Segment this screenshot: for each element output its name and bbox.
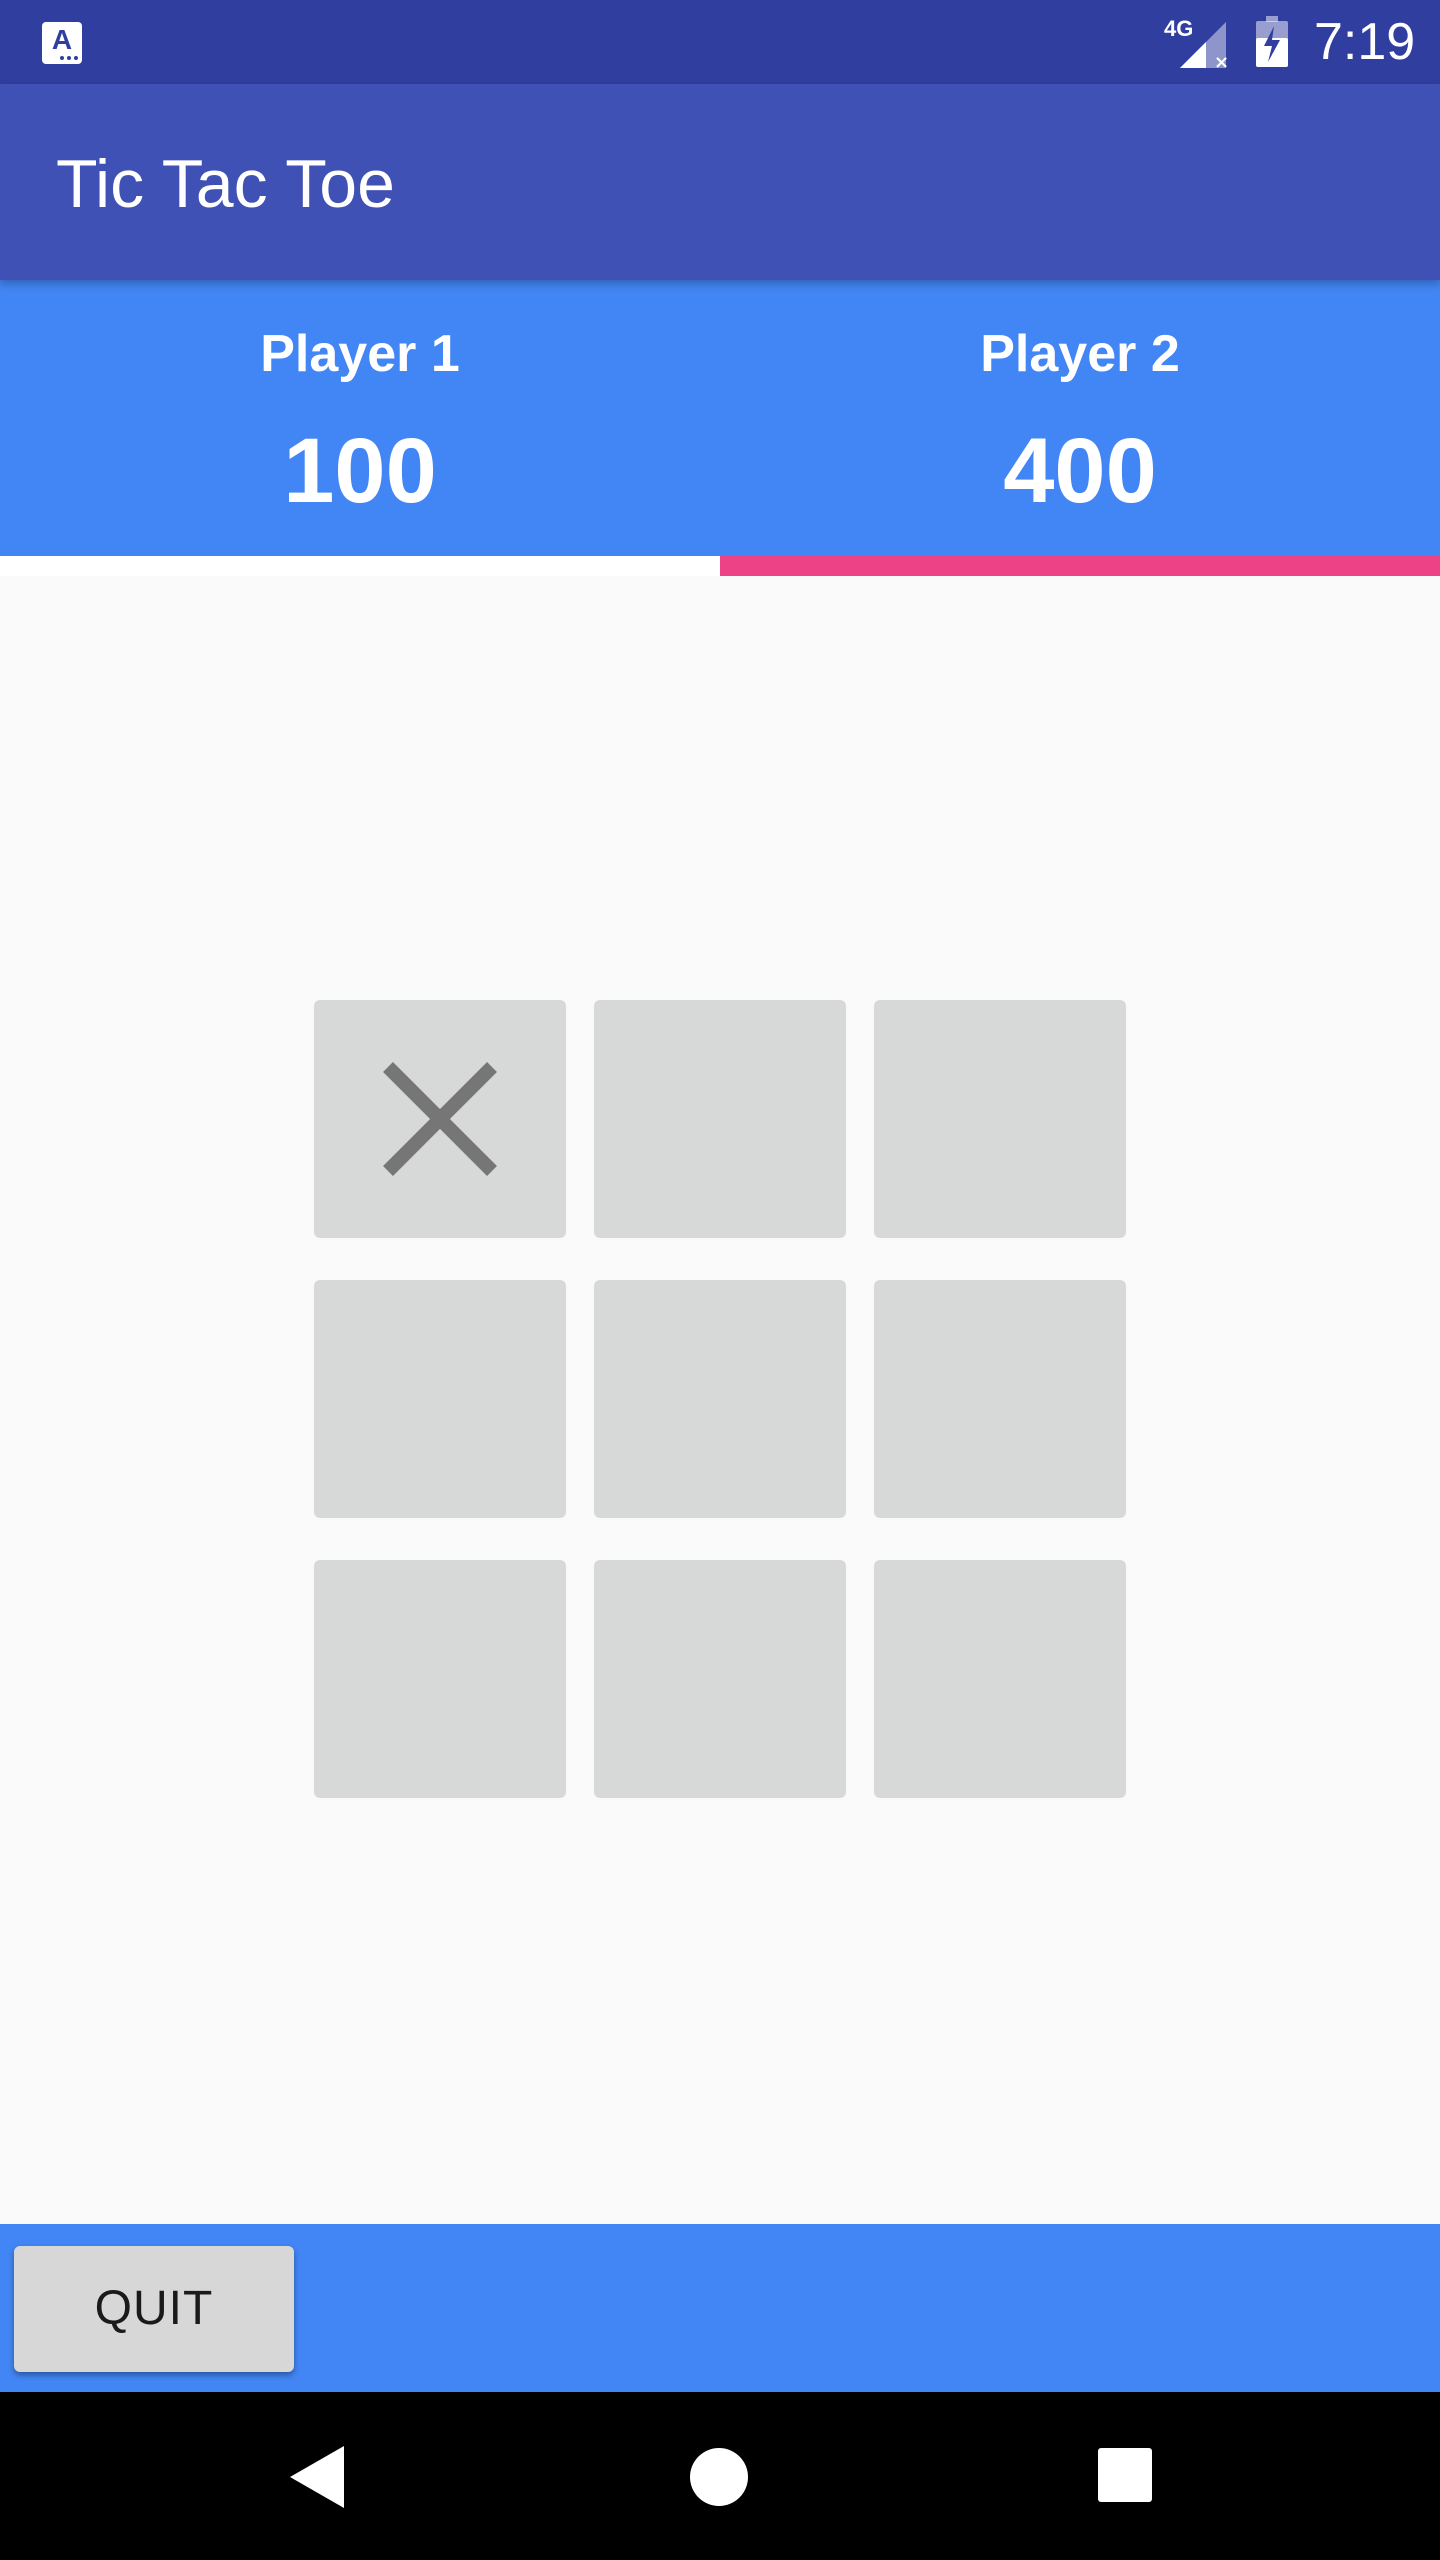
svg-text:×: ×	[1214, 52, 1229, 70]
app-bar: Tic Tac Toe	[0, 84, 1440, 280]
system-nav-bar	[0, 2392, 1440, 2560]
player1-name: Player 1	[260, 325, 460, 383]
player2-score-card: Player 2 400	[720, 280, 1440, 556]
quit-button[interactable]: QUIT	[14, 2246, 294, 2372]
board-cell-7[interactable]	[314, 1560, 566, 1798]
recent-apps-icon[interactable]	[1098, 2448, 1152, 2502]
board-cell-4[interactable]	[314, 1280, 566, 1518]
bottom-bar: QUIT	[0, 2224, 1440, 2392]
board-cell-8[interactable]	[594, 1560, 846, 1798]
board-cell-6[interactable]	[874, 1280, 1126, 1518]
board-cell-3[interactable]	[874, 1000, 1126, 1238]
clock: 7:19	[1314, 13, 1416, 71]
player1-score: 100	[283, 420, 437, 522]
player2-turn-indicator	[720, 556, 1440, 576]
player1-score-card: Player 1 100	[0, 280, 720, 556]
back-icon[interactable]	[286, 2444, 348, 2510]
game-board	[314, 1000, 1126, 1800]
score-panel: Player 1 100 Player 2 400	[0, 280, 1440, 556]
x-mark-icon	[383, 1062, 497, 1176]
turn-indicator	[0, 556, 1440, 576]
signal-icon: ×	[1180, 22, 1229, 70]
board-cell-9[interactable]	[874, 1560, 1126, 1798]
battery-charging-icon	[1256, 16, 1288, 67]
player2-score: 400	[1003, 420, 1157, 522]
player1-turn-indicator	[0, 556, 720, 576]
player2-name: Player 2	[980, 325, 1180, 383]
board-cell-2[interactable]	[594, 1000, 846, 1238]
board-cell-1[interactable]	[314, 1000, 566, 1238]
keyboard-app-icon: A	[42, 22, 82, 64]
home-icon[interactable]	[690, 2448, 748, 2506]
app-title: Tic Tac Toe	[56, 146, 395, 222]
board-cell-5[interactable]	[594, 1280, 846, 1518]
status-bar: A 4G × 7:19	[0, 0, 1440, 84]
